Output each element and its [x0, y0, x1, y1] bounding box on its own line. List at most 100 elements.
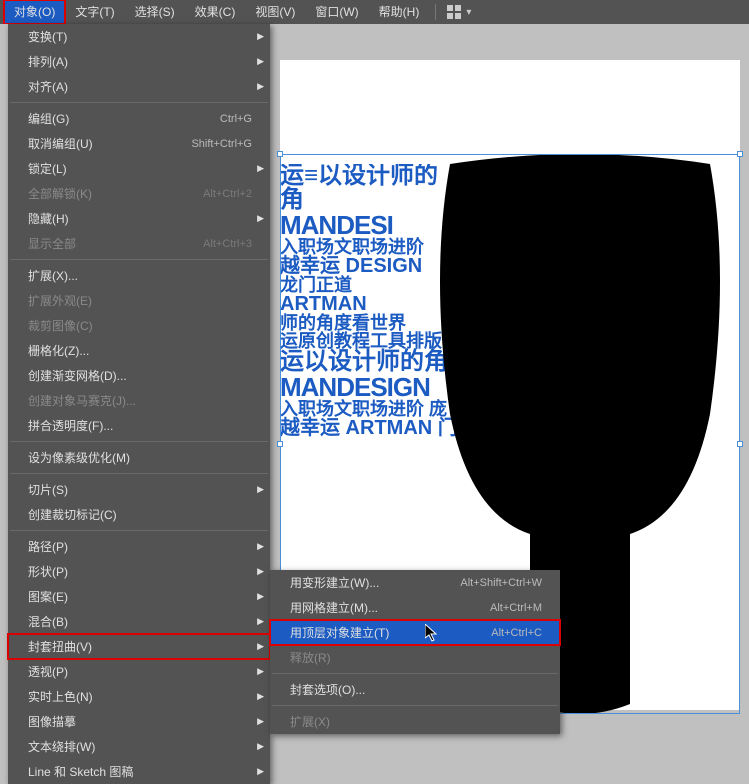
menu-item-label: 用顶层对象建立(T)	[290, 624, 389, 641]
menu-item-label: 文本绕排(W)	[28, 738, 95, 755]
object-menu-item[interactable]: 透视(P)▶	[8, 659, 270, 684]
menu-item-label: 栅格化(Z)...	[28, 342, 89, 359]
menu-item-label: 隐藏(H)	[28, 210, 69, 227]
submenu-arrow-icon: ▶	[257, 213, 264, 224]
object-menu-item[interactable]: 对齐(A)▶	[8, 74, 270, 99]
menu-item-label: 显示全部	[28, 235, 76, 252]
menu-item-label: 创建对象马赛克(J)...	[28, 392, 136, 409]
object-menu-item[interactable]: 拼合透明度(F)...	[8, 413, 270, 438]
menu-item-shortcut: Alt+Ctrl+M	[490, 602, 542, 614]
menu-item-label: 扩展(X)	[290, 713, 330, 730]
object-menu-item[interactable]: 封套扭曲(V) ▶	[8, 634, 270, 659]
menu-type[interactable]: 文字(T)	[65, 0, 124, 24]
selection-handle[interactable]	[737, 441, 743, 447]
selection-handle[interactable]	[277, 441, 283, 447]
menu-item-shortcut: Shift+Ctrl+G	[191, 138, 252, 150]
menubar-separator	[435, 4, 436, 20]
menu-item-shortcut: Alt+Shift+Ctrl+W	[460, 577, 542, 589]
envelope-submenu-item[interactable]: 封套选项(O)...	[270, 677, 560, 702]
object-menu-item[interactable]: 图像描摹 ▶	[8, 709, 270, 734]
menu-separator	[10, 473, 268, 474]
menu-help[interactable]: 帮助(H)	[369, 0, 430, 24]
object-menu: 变换(T)▶排列(A)▶对齐(A)▶编组(G)Ctrl+G取消编组(U)Shif…	[8, 24, 270, 784]
object-menu-item[interactable]: 变换(T) ▶	[8, 24, 270, 49]
envelope-submenu-item[interactable]: 用顶层对象建立(T) Alt+Ctrl+C	[270, 620, 560, 645]
menu-item-label: 实时上色(N)	[28, 688, 93, 705]
menu-item-label: Line 和 Sketch 图稿	[28, 763, 133, 780]
menubar: 对象(O) 文字(T) 选择(S) 效果(C) 视图(V) 窗口(W) 帮助(H…	[0, 0, 749, 24]
menu-item-label: 设为像素级优化(M)	[28, 449, 130, 466]
submenu-arrow-icon: ▶	[257, 163, 264, 174]
grid-icon[interactable]	[446, 4, 462, 20]
envelope-submenu-item: 扩展(X)	[270, 709, 560, 734]
object-menu-item[interactable]: 栅格化(Z)...	[8, 338, 270, 363]
object-menu-item[interactable]: 隐藏(H) ▶	[8, 206, 270, 231]
submenu-arrow-icon: ▶	[257, 81, 264, 92]
menu-item-label: 封套扭曲(V)	[28, 638, 92, 655]
menu-separator	[272, 705, 558, 706]
submenu-arrow-icon: ▶	[257, 591, 264, 602]
menu-item-label: 拼合透明度(F)...	[28, 417, 113, 434]
object-menu-item[interactable]: 创建渐变网格(D)...	[8, 363, 270, 388]
menu-item-label: 释放(R)	[290, 649, 331, 666]
object-menu-item[interactable]: 切片(S) ▶	[8, 477, 270, 502]
menu-item-label: 形状(P)	[28, 563, 68, 580]
object-menu-item[interactable]: 文本绕排(W) ▶	[8, 734, 270, 759]
selection-handle[interactable]	[277, 151, 283, 157]
menu-item-shortcut: Alt+Ctrl+3	[203, 238, 252, 250]
object-menu-item[interactable]: 实时上色(N) ▶	[8, 684, 270, 709]
menu-item-label: 切片(S)	[28, 481, 68, 498]
object-menu-item[interactable]: 锁定(L) ▶	[8, 156, 270, 181]
menu-item-shortcut: Ctrl+G	[220, 113, 252, 125]
object-menu-item[interactable]: 混合(B) ▶	[8, 609, 270, 634]
menu-item-label: 取消编组(U)	[28, 135, 93, 152]
object-menu-item[interactable]: 形状(P) ▶	[8, 559, 270, 584]
menu-item-label: 透视(P)	[28, 663, 68, 680]
submenu-arrow-icon: ▶	[257, 691, 264, 702]
menu-item-label: 创建渐变网格(D)...	[28, 367, 127, 384]
chevron-down-icon[interactable]: ▾	[466, 7, 471, 18]
menu-item-label: 变换(T)	[28, 28, 67, 45]
envelope-submenu-item: 释放(R)	[270, 645, 560, 670]
submenu-arrow-icon: ▶	[257, 484, 264, 495]
object-menu-item[interactable]: 取消编组(U) Shift+Ctrl+G	[8, 131, 270, 156]
menu-item-label: 锁定(L)	[28, 160, 67, 177]
menu-item-label: 扩展(X)...	[28, 267, 78, 284]
object-menu-item[interactable]: Line 和 Sketch 图稿▶	[8, 759, 270, 784]
submenu-arrow-icon: ▶	[257, 541, 264, 552]
submenu-arrow-icon: ▶	[257, 31, 264, 42]
submenu-arrow-icon: ▶	[257, 566, 264, 577]
submenu-arrow-icon: ▶	[257, 741, 264, 752]
menu-item-label: 全部解锁(K)	[28, 185, 92, 202]
object-menu-item: 扩展外观(E)	[8, 288, 270, 313]
object-menu-item[interactable]: 扩展(X)...	[8, 263, 270, 288]
object-menu-item[interactable]: 创建裁切标记(C)	[8, 502, 270, 527]
object-menu-item[interactable]: 排列(A)▶	[8, 49, 270, 74]
envelope-submenu-item[interactable]: 用变形建立(W)...Alt+Shift+Ctrl+W	[270, 570, 560, 595]
object-menu-item: 全部解锁(K) Alt+Ctrl+2	[8, 181, 270, 206]
submenu-arrow-icon: ▶	[257, 716, 264, 727]
menu-select[interactable]: 选择(S)	[125, 0, 185, 24]
object-menu-item: 裁剪图像(C)	[8, 313, 270, 338]
submenu-arrow-icon: ▶	[257, 641, 264, 652]
menu-effect[interactable]: 效果(C)	[185, 0, 246, 24]
menu-item-shortcut: Alt+Ctrl+C	[491, 627, 542, 639]
object-menu-item[interactable]: 路径(P)▶	[8, 534, 270, 559]
menu-item-shortcut: Alt+Ctrl+2	[203, 188, 252, 200]
object-menu-item[interactable]: 设为像素级优化(M)	[8, 445, 270, 470]
object-menu-item[interactable]: 图案(E)▶	[8, 584, 270, 609]
object-menu-item[interactable]: 编组(G)Ctrl+G	[8, 106, 270, 131]
menu-item-label: 混合(B)	[28, 613, 68, 630]
menu-view[interactable]: 视图(V)	[245, 0, 305, 24]
menu-item-label: 图像描摹	[28, 713, 76, 730]
submenu-arrow-icon: ▶	[257, 616, 264, 627]
menu-window[interactable]: 窗口(W)	[305, 0, 368, 24]
menu-separator	[10, 441, 268, 442]
menu-item-label: 排列(A)	[28, 53, 68, 70]
menu-separator	[10, 259, 268, 260]
envelope-submenu-item[interactable]: 用网格建立(M)...Alt+Ctrl+M	[270, 595, 560, 620]
menu-item-label: 创建裁切标记(C)	[28, 506, 117, 523]
selection-handle[interactable]	[737, 151, 743, 157]
menu-object[interactable]: 对象(O)	[4, 0, 65, 24]
menu-separator	[10, 530, 268, 531]
